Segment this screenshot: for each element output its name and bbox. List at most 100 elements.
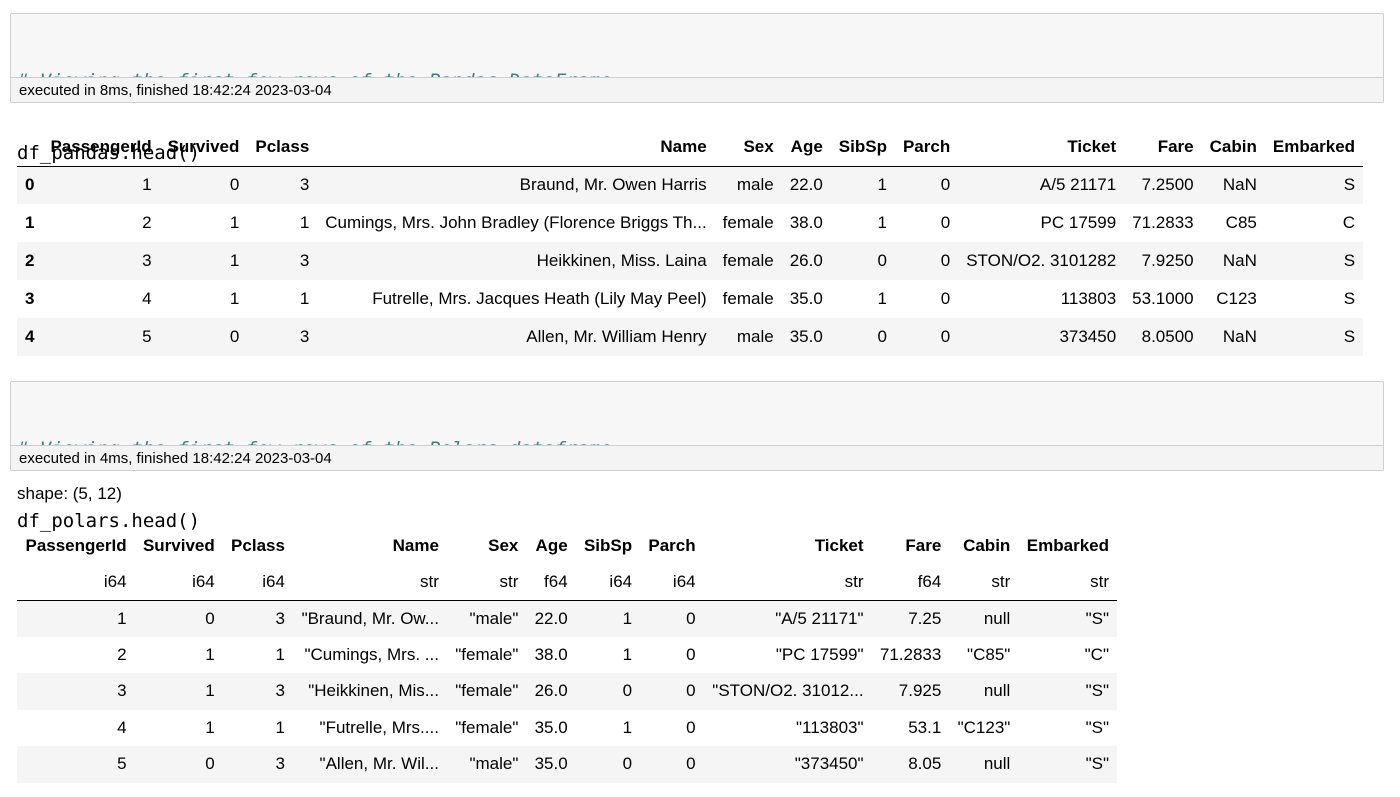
column-header: Pclass — [231, 536, 285, 555]
row-index: 0 — [25, 175, 35, 195]
table-body: 0 1 0 3 Braund, Mr. Owen Harris male 22.0 1 0 A/5… — [17, 166, 1364, 356]
table-cell: 5 — [117, 754, 127, 774]
table-cell: 0 — [877, 327, 887, 346]
table-cell: 1 — [622, 717, 633, 737]
table-cell: STON/O2. 3101282 — [966, 251, 1117, 270]
polars-dataframe-table: PassengerId Survived Pclass Name Sex Age SibSp… — [17, 528, 1117, 783]
dataframe-shape: shape: (5, 12) — [17, 484, 122, 503]
table-cell: 0 — [940, 327, 951, 346]
code-cell-polars[interactable]: # Viewing the first few rows of the Pola… — [10, 381, 1384, 532]
table-cell: null — [983, 754, 1011, 774]
table-cell: 71.2833 — [1132, 213, 1194, 232]
column-header: Fare — [1124, 129, 1202, 167]
table-cell: 3 — [299, 251, 310, 270]
row-index: 1 — [25, 213, 35, 232]
table-cell: 5 — [142, 327, 152, 346]
table-cell: 8.0500 — [1141, 327, 1194, 346]
table-cell: "C123" — [957, 717, 1011, 737]
table-cell: Heikkinen, Miss. Laina — [536, 251, 707, 270]
column-header: Name — [317, 129, 715, 167]
table-cell: 1 — [877, 175, 887, 195]
column-header: Ticket — [814, 536, 864, 555]
table-cell: 1 — [275, 717, 285, 737]
table-cell: female — [722, 213, 774, 232]
table-cell: male — [736, 175, 774, 195]
table-cell: 0 — [686, 681, 696, 701]
table-cell: "female" — [455, 644, 519, 664]
table-cell: "Heikkinen, Mis... — [308, 681, 439, 701]
table-cell: "STON/O2. 31012... — [712, 681, 864, 701]
table-cell: 2 — [117, 644, 127, 664]
table-cell: S — [1343, 175, 1356, 195]
column-header: PassengerId — [25, 536, 127, 555]
table-row: 4 1 1 "Futrelle, Mrs.... "female" 35.0 1 0 "1138… — [17, 709, 1117, 746]
table-cell: 373450 — [1059, 327, 1117, 346]
table-cell: 53.1000 — [1132, 289, 1194, 308]
table-cell: 1 — [205, 717, 215, 737]
table-cell: S — [1343, 251, 1356, 270]
table-cell: NaN — [1222, 327, 1257, 346]
table-row: 2 3 1 3 Heikkinen, Miss. Laina female 26.0 0 0 ST… — [17, 242, 1364, 280]
table-cell: NaN — [1222, 175, 1257, 195]
table-cell: "S" — [1085, 608, 1109, 628]
table-cell: null — [983, 681, 1011, 701]
table-cell: "male" — [469, 608, 519, 628]
column-header: Pclass — [247, 129, 318, 167]
column-dtype: i64 — [134, 564, 223, 601]
column-header: Survived — [159, 129, 248, 167]
table-cell: female — [722, 251, 774, 270]
table-cell: 4 — [142, 289, 152, 308]
table-cell: "PC 17599" — [775, 644, 864, 664]
table-cell: 0 — [205, 608, 215, 628]
table-cell: 7.925 — [898, 681, 942, 701]
table-cell: Futrelle, Mrs. Jacques Heath (Lily May P… — [372, 289, 707, 308]
table-row: 4 5 0 3 Allen, Mr. William Henry male 35.0 0 0 37… — [17, 318, 1364, 356]
table-body: 1 0 3 "Braund, Mr. Ow... "male" 22.0 1 0 "A/5 21… — [17, 600, 1117, 783]
table-cell: "373450" — [794, 754, 864, 774]
column-header: Embarked — [1264, 129, 1364, 167]
table-cell: 0 — [229, 327, 240, 346]
table-cell: 26.0 — [534, 681, 568, 701]
column-header: Age — [535, 536, 568, 555]
row-index: 4 — [25, 327, 35, 346]
table-cell: 1 — [622, 644, 633, 664]
column-header: Parch — [648, 536, 696, 555]
table-cell: 0 — [205, 754, 215, 774]
table-cell: 0 — [940, 251, 951, 270]
table-cell: 7.25 — [908, 608, 942, 628]
table-cell: 3 — [275, 608, 285, 628]
code-cell-pandas[interactable]: # Viewing the first few rows of the Pand… — [10, 13, 1384, 164]
table-cell: Allen, Mr. William Henry — [526, 327, 707, 346]
table-cell: 2 — [142, 213, 152, 232]
table-cell: 1 — [229, 213, 240, 232]
table-cell: 0 — [229, 175, 240, 195]
table-cell: 3 — [117, 681, 127, 701]
column-header: SibSp — [830, 129, 895, 167]
table-cell: 35.0 — [789, 327, 823, 346]
table-cell: 0 — [877, 251, 887, 270]
column-header — [17, 129, 43, 167]
table-row: 1 2 1 1 Cumings, Mrs. John Bradley (Florence… — [17, 204, 1364, 242]
table-row: 5 0 3 "Allen, Mr. Wil... "male" 35.0 0 0 "373450… — [17, 746, 1117, 783]
table-row: 3 4 1 1 Futrelle, Mrs. Jacques Heath (Lily M… — [17, 280, 1364, 318]
table-cell: 38.0 — [534, 644, 568, 664]
table-cell: C123 — [1216, 289, 1257, 308]
table-cell: 71.2833 — [879, 644, 942, 664]
row-index: 3 — [25, 289, 35, 308]
table-cell: 0 — [686, 717, 696, 737]
table-cell: "Cumings, Mrs. ... — [304, 644, 439, 664]
table-cell: Cumings, Mrs. John Bradley (Florence Bri… — [325, 213, 707, 232]
table-cell: "Futrelle, Mrs.... — [319, 717, 439, 737]
table-cell: 0 — [686, 644, 696, 664]
table-cell: 0 — [940, 175, 951, 195]
column-dtype: f64 — [526, 564, 576, 601]
table-cell: 1 — [205, 681, 215, 701]
table-cell: 1 — [299, 213, 310, 232]
table-row: 2 1 1 "Cumings, Mrs. ... "female" 38.0 1 0 "PC 1… — [17, 636, 1117, 673]
table-cell: 53.1 — [908, 717, 942, 737]
table-cell: 1 — [877, 289, 887, 308]
table-cell: 1 — [229, 251, 240, 270]
column-dtype: str — [1018, 564, 1117, 601]
column-header: Fare — [905, 536, 942, 555]
table-cell: male — [736, 327, 774, 346]
